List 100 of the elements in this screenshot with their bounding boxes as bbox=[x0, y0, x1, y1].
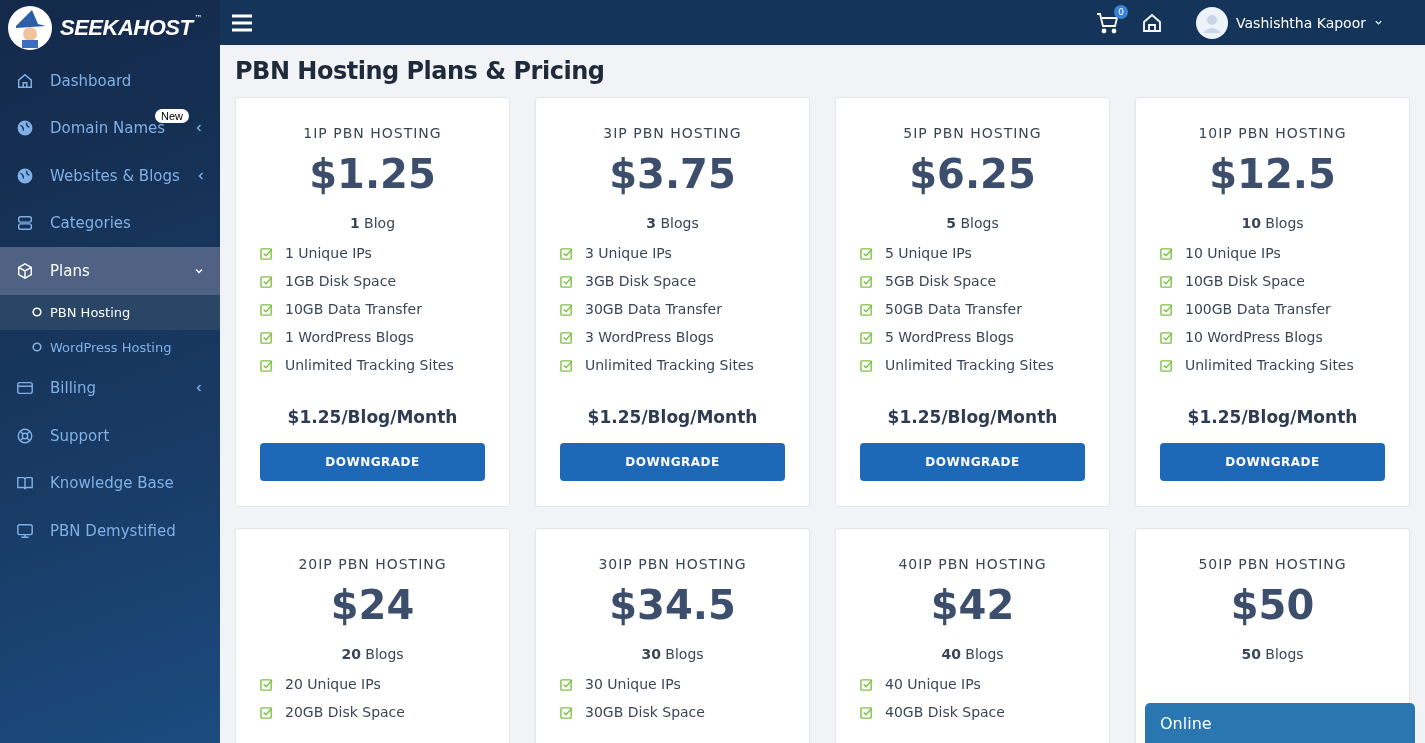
chevron-left-icon bbox=[194, 123, 204, 134]
trademark-mark: ™ bbox=[194, 14, 203, 23]
blog-count: 20 Blogs bbox=[340, 646, 405, 662]
user-name: Vashishtha Kapoor bbox=[1236, 14, 1366, 31]
nav-item[interactable]: PBN Demystified bbox=[0, 507, 220, 555]
plan-price: $6.25 bbox=[908, 151, 1037, 197]
server-icon bbox=[16, 214, 34, 233]
checkbox-tick-icon bbox=[860, 330, 873, 344]
blog-count: 40 Blogs bbox=[940, 646, 1005, 662]
new-badge: New bbox=[155, 108, 189, 123]
checkbox-tick-icon bbox=[860, 677, 873, 691]
checkbox-tick-icon bbox=[1160, 274, 1173, 288]
feature-text: 20 Unique IPs bbox=[285, 676, 381, 692]
downgrade-button[interactable]: DOWNGRADE bbox=[560, 443, 785, 481]
checkbox-tick-icon bbox=[560, 246, 573, 260]
lifebuoy-icon bbox=[16, 426, 34, 445]
feature-text: 3 Unique IPs bbox=[585, 245, 672, 261]
feature-text: 1 WordPress Blogs bbox=[285, 329, 414, 345]
cart-count-badge: 0 bbox=[1114, 4, 1128, 19]
circle-icon bbox=[32, 342, 42, 352]
checkbox-tick-icon bbox=[560, 274, 573, 288]
checkbox-tick-icon bbox=[260, 677, 273, 691]
checkbox-tick-icon bbox=[260, 705, 273, 719]
nav-item[interactable]: Domain Names New bbox=[0, 104, 220, 152]
checkbox-tick-icon bbox=[860, 274, 873, 288]
plan-price: $1.25 bbox=[308, 151, 437, 197]
plan-title: 3IP PBN HOSTING bbox=[602, 125, 743, 141]
user-menu[interactable]: Vashishtha Kapoor bbox=[1196, 6, 1383, 39]
blog-count: 50 Blogs bbox=[1240, 646, 1305, 662]
globe-icon bbox=[16, 166, 34, 185]
checkbox-tick-icon bbox=[260, 246, 273, 260]
plan-price: $34.5 bbox=[608, 582, 737, 628]
checkbox-tick-icon bbox=[860, 246, 873, 260]
blog-count: 10 Blogs bbox=[1240, 215, 1305, 231]
feature-text: 10 Unique IPs bbox=[1185, 245, 1281, 261]
checkbox-tick-icon bbox=[260, 358, 273, 372]
feature-text: Unlimited Tracking Sites bbox=[885, 357, 1054, 373]
plan-price: $3.75 bbox=[608, 151, 737, 197]
checkbox-tick-icon bbox=[560, 677, 573, 691]
brand-name: SEEKAHOST bbox=[60, 14, 193, 41]
home-icon bbox=[16, 71, 34, 90]
price-per-blog: $1.25/Blog/Month bbox=[586, 407, 759, 427]
feature-text: 3 WordPress Blogs bbox=[585, 329, 714, 345]
feature-text: 40 Unique IPs bbox=[885, 676, 981, 692]
feature-text: 5 WordPress Blogs bbox=[885, 329, 1014, 345]
nav-item[interactable]: Knowledge Base bbox=[0, 459, 220, 507]
blog-count: 1 Blog bbox=[348, 215, 397, 231]
avatar-icon bbox=[1196, 6, 1228, 39]
plan-title: 40IP PBN HOSTING bbox=[897, 556, 1048, 572]
plan-title: 10IP PBN HOSTING bbox=[1197, 125, 1348, 141]
feature-text: 1 Unique IPs bbox=[285, 245, 372, 261]
checkbox-tick-icon bbox=[860, 358, 873, 372]
feature-text: 10GB Disk Space bbox=[1185, 273, 1305, 289]
menu-icon[interactable] bbox=[232, 13, 252, 32]
nav-subitem[interactable]: PBN Hosting bbox=[0, 294, 220, 330]
box-icon bbox=[16, 261, 34, 280]
checkbox-tick-icon bbox=[860, 705, 873, 719]
chat-widget[interactable]: Online bbox=[1145, 703, 1415, 743]
feature-text: 10 WordPress Blogs bbox=[1185, 329, 1323, 345]
price-per-blog: $1.25/Blog/Month bbox=[286, 407, 459, 427]
nav-subitem[interactable]: WordPress Hosting bbox=[0, 329, 220, 365]
nav-item[interactable]: Support bbox=[0, 412, 220, 460]
plan-title: 5IP PBN HOSTING bbox=[902, 125, 1043, 141]
page-title: PBN Hosting Plans & Pricing bbox=[235, 57, 606, 85]
feature-text: 100GB Data Transfer bbox=[1185, 301, 1331, 317]
feature-text: 30GB Data Transfer bbox=[585, 301, 722, 317]
nav-item[interactable]: Billing bbox=[0, 364, 220, 412]
monitor-icon bbox=[16, 521, 34, 540]
price-per-blog: $1.25/Blog/Month bbox=[886, 407, 1059, 427]
nav-item[interactable]: Plans bbox=[0, 247, 220, 295]
feature-text: 50GB Data Transfer bbox=[885, 301, 1022, 317]
blog-count: 5 Blogs bbox=[945, 215, 1000, 231]
blog-count: 30 Blogs bbox=[640, 646, 705, 662]
plan-price: $50 bbox=[1229, 582, 1316, 628]
downgrade-button[interactable]: DOWNGRADE bbox=[1160, 443, 1385, 481]
globe-icon bbox=[16, 119, 34, 138]
nav-item[interactable]: Websites & Blogs bbox=[0, 152, 220, 200]
checkbox-tick-icon bbox=[560, 330, 573, 344]
feature-text: 10GB Data Transfer bbox=[285, 301, 422, 317]
nav-item[interactable]: Dashboard bbox=[0, 57, 220, 105]
plan-title: 30IP PBN HOSTING bbox=[597, 556, 748, 572]
checkbox-tick-icon bbox=[260, 302, 273, 316]
feature-text: 30GB Disk Space bbox=[585, 704, 705, 720]
downgrade-button[interactable]: DOWNGRADE bbox=[860, 443, 1085, 481]
feature-text: 20GB Disk Space bbox=[285, 704, 405, 720]
nav-item[interactable]: Categories bbox=[0, 199, 220, 247]
plan-price: $12.5 bbox=[1208, 151, 1337, 197]
price-per-blog: $1.25/Blog/Month bbox=[1186, 407, 1359, 427]
checkbox-tick-icon bbox=[560, 358, 573, 372]
feature-text: 5GB Disk Space bbox=[885, 273, 996, 289]
feature-text: 5 Unique IPs bbox=[885, 245, 972, 261]
wizard-logo-icon bbox=[8, 5, 52, 50]
checkbox-tick-icon bbox=[860, 302, 873, 316]
cart-icon[interactable] bbox=[1096, 11, 1120, 34]
plan-price: $42 bbox=[929, 582, 1016, 628]
home-icon[interactable] bbox=[1142, 12, 1162, 33]
checkbox-tick-icon bbox=[560, 302, 573, 316]
downgrade-button[interactable]: DOWNGRADE bbox=[260, 443, 485, 481]
checkbox-tick-icon bbox=[260, 330, 273, 344]
feature-text: Unlimited Tracking Sites bbox=[1185, 357, 1354, 373]
